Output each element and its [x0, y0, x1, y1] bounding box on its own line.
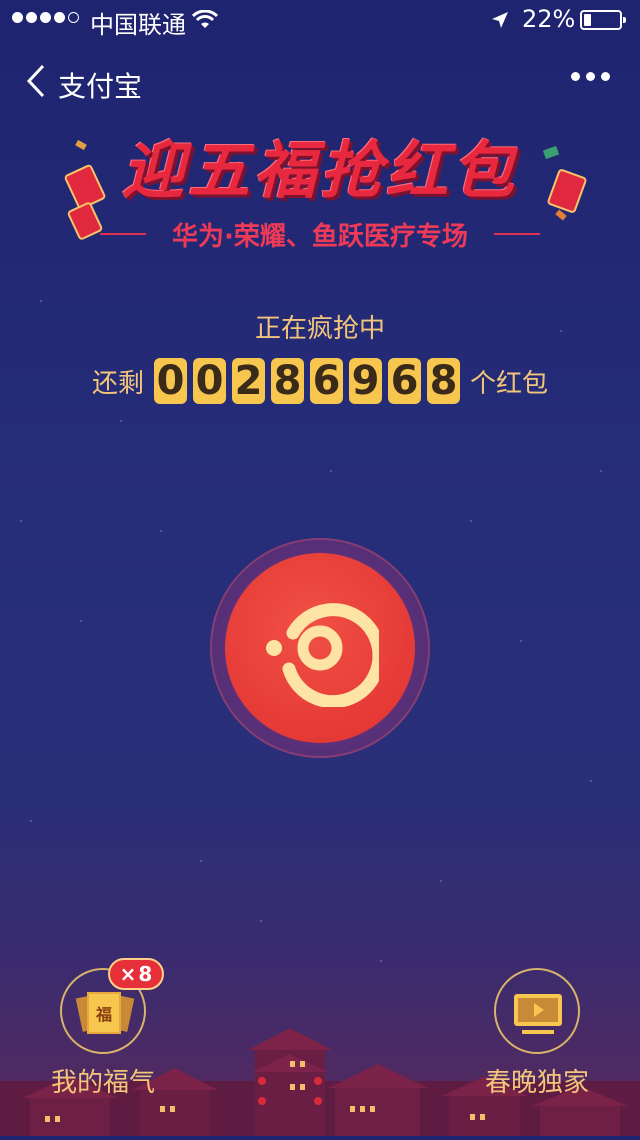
location-arrow-icon	[490, 8, 510, 36]
fu-card-character: 福	[95, 1005, 112, 1024]
carrier-name: 中国联通	[90, 11, 186, 39]
signal-strength-icon	[12, 12, 79, 23]
status-bar: 中国联通 22%	[0, 0, 640, 40]
counter-prefix: 还剩	[91, 368, 144, 399]
tv-play-icon	[514, 994, 562, 1026]
back-label: 支付宝	[58, 69, 143, 103]
chevron-left-icon	[26, 64, 46, 105]
counter-digits: 0 0 2 8 6 9 6 8	[154, 358, 460, 404]
wifi-icon	[191, 8, 219, 36]
battery-icon	[580, 10, 626, 30]
grab-status: 正在疯抢中	[254, 314, 385, 344]
counter-suffix: 个红包	[470, 368, 549, 399]
counter-digit: 0	[193, 358, 226, 404]
gala-exclusive-label[interactable]: 春晚独家	[457, 1062, 617, 1099]
badge-multiply-symbol: ×	[119, 962, 137, 986]
counter-digit: 0	[154, 358, 187, 404]
badge-count: 8	[138, 962, 153, 986]
more-dots-icon[interactable]	[571, 72, 610, 81]
tv-stand-icon	[522, 1030, 554, 1034]
grab-red-packet-button[interactable]	[225, 553, 415, 743]
counter-digit: 6	[310, 358, 343, 404]
grab-red-packet-icon	[261, 589, 386, 711]
counter-digit: 8	[271, 358, 304, 404]
battery-percentage: 22%	[522, 5, 576, 33]
counter-digit: 8	[427, 358, 460, 404]
remaining-counter: 还剩 0 0 2 8 6 9 6 8 个红包	[0, 358, 640, 404]
counter-digit: 2	[232, 358, 265, 404]
back-button[interactable]: 支付宝	[26, 64, 142, 105]
gala-exclusive-button[interactable]	[494, 968, 580, 1054]
banner-title: 迎五福抢红包	[121, 134, 518, 207]
fu-count-badge: × 8	[108, 958, 164, 990]
banner-subtitle: 华为·荣耀、鱼跃医疗专场	[172, 222, 468, 252]
counter-digit: 6	[388, 358, 421, 404]
counter-digit: 9	[349, 358, 382, 404]
fu-card-icon: 福	[87, 992, 121, 1034]
my-fu-label[interactable]: 我的福气	[23, 1062, 183, 1099]
